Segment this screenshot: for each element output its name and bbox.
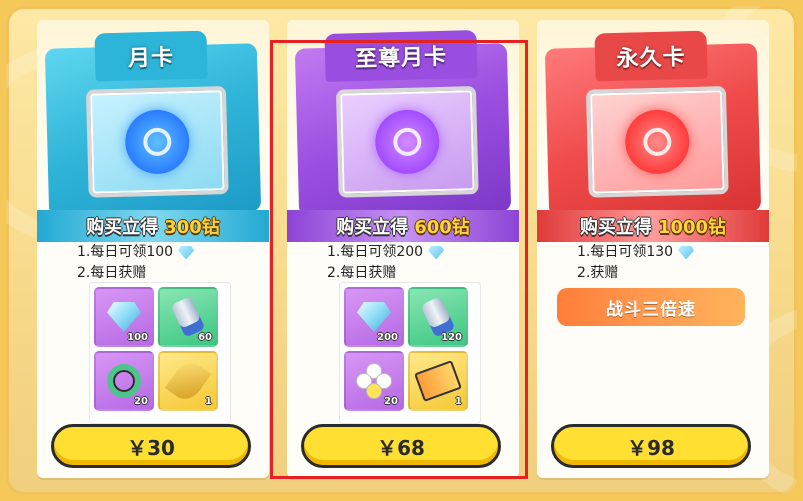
buy-button[interactable]: ￥68 [301, 424, 501, 468]
diamond-icon [428, 245, 445, 260]
reward-count: 120 [441, 332, 462, 343]
pokeball-emblem-icon [124, 109, 191, 175]
perk-text: 1.每日可领200 [327, 244, 424, 260]
card-title: 至尊月卡 [324, 30, 478, 83]
card-header: 月卡 购买立得 300钻 [37, 20, 269, 242]
buy-bonus-banner: 购买立得 1000钻 [537, 210, 769, 242]
buy-label: 购买立得 [86, 217, 159, 238]
pokeball-emblem-icon [374, 109, 441, 175]
supreme-monthly-card[interactable]: 至尊月卡 购买立得 600钻 1.每日可领200 2.每日获赠 200 120 [287, 20, 519, 478]
buy-amount: 1000钻 [657, 217, 727, 238]
card-bag-illustration: 至尊月卡 [294, 30, 512, 217]
perk-list: 1.每日可领130 2.获赠 [577, 242, 695, 284]
reward-slot[interactable]: 20 [94, 351, 154, 411]
reward-count: 100 [127, 332, 148, 343]
card-title: 永久卡 [594, 30, 708, 82]
flower-icon [357, 364, 391, 398]
reward-slot[interactable]: 1 [158, 351, 218, 411]
reward-count: 1 [455, 396, 462, 407]
diamond-icon [107, 302, 141, 332]
perk-list: 1.每日可领100 2.每日获赠 [77, 242, 195, 284]
diamond-icon [178, 245, 195, 260]
reward-slot[interactable]: 200 [344, 287, 404, 347]
card-title: 月卡 [94, 30, 208, 82]
perk-text: 2.获赠 [577, 265, 619, 281]
perk-text: 2.每日获赠 [327, 265, 397, 281]
buy-bonus-banner: 购买立得 600钻 [287, 210, 519, 242]
reward-count: 1 [205, 396, 212, 407]
perk-item: 1.每日可领130 [577, 242, 695, 263]
reward-slot[interactable]: 100 [94, 287, 154, 347]
buy-amount: 600钻 [414, 217, 470, 238]
perk-list: 1.每日可领200 2.每日获赠 [327, 242, 445, 284]
reward-count: 200 [377, 332, 398, 343]
card-bag-illustration: 月卡 [44, 30, 262, 217]
perk-item: 2.每日获赠 [327, 263, 444, 284]
reward-count: 20 [134, 396, 148, 407]
card-window [585, 86, 729, 198]
buy-button[interactable]: ￥30 [51, 424, 251, 468]
diamond-icon [357, 302, 391, 332]
reward-slot[interactable]: 60 [158, 287, 218, 347]
card-bag-illustration: 永久卡 [544, 30, 762, 217]
reward-slot[interactable]: 120 [408, 287, 468, 347]
reward-slot[interactable]: 1 [408, 351, 468, 411]
daily-reward-grid: 200 120 20 1 [339, 282, 481, 424]
buy-label: 购买立得 [336, 217, 409, 238]
buy-amount: 300钻 [164, 217, 220, 238]
triple-speed-badge: 战斗三倍速 [557, 288, 745, 326]
reward-slot[interactable]: 20 [344, 351, 404, 411]
ring-icon [107, 364, 141, 398]
reward-count: 60 [198, 332, 212, 343]
diamond-icon [678, 245, 695, 260]
buy-label: 购买立得 [579, 217, 652, 238]
permanent-card[interactable]: 永久卡 购买立得 1000钻 1.每日可领130 2.获赠 战斗三倍速 ￥98 [537, 20, 769, 478]
buy-bonus-banner: 购买立得 300钻 [37, 210, 269, 242]
card-header: 至尊月卡 购买立得 600钻 [287, 20, 519, 242]
card-window [335, 86, 479, 198]
card-header: 永久卡 购买立得 1000钻 [537, 20, 769, 242]
monthly-card[interactable]: 月卡 购买立得 300钻 1.每日可领100 2.每日获赠 100 60 20 … [37, 20, 269, 478]
perk-text: 2.每日获赠 [77, 265, 147, 281]
card-window [85, 86, 229, 198]
perk-item: 2.每日获赠 [77, 263, 194, 284]
perk-item: 2.获赠 [577, 263, 694, 284]
perk-item: 1.每日可领200 [327, 242, 445, 263]
perk-item: 1.每日可领100 [77, 242, 195, 263]
buy-button[interactable]: ￥98 [551, 424, 751, 468]
perk-text: 1.每日可领100 [77, 244, 174, 260]
daily-reward-grid: 100 60 20 1 [89, 282, 231, 424]
pokeball-emblem-icon [624, 109, 691, 175]
reward-count: 20 [384, 396, 398, 407]
perk-text: 1.每日可领130 [577, 244, 674, 260]
